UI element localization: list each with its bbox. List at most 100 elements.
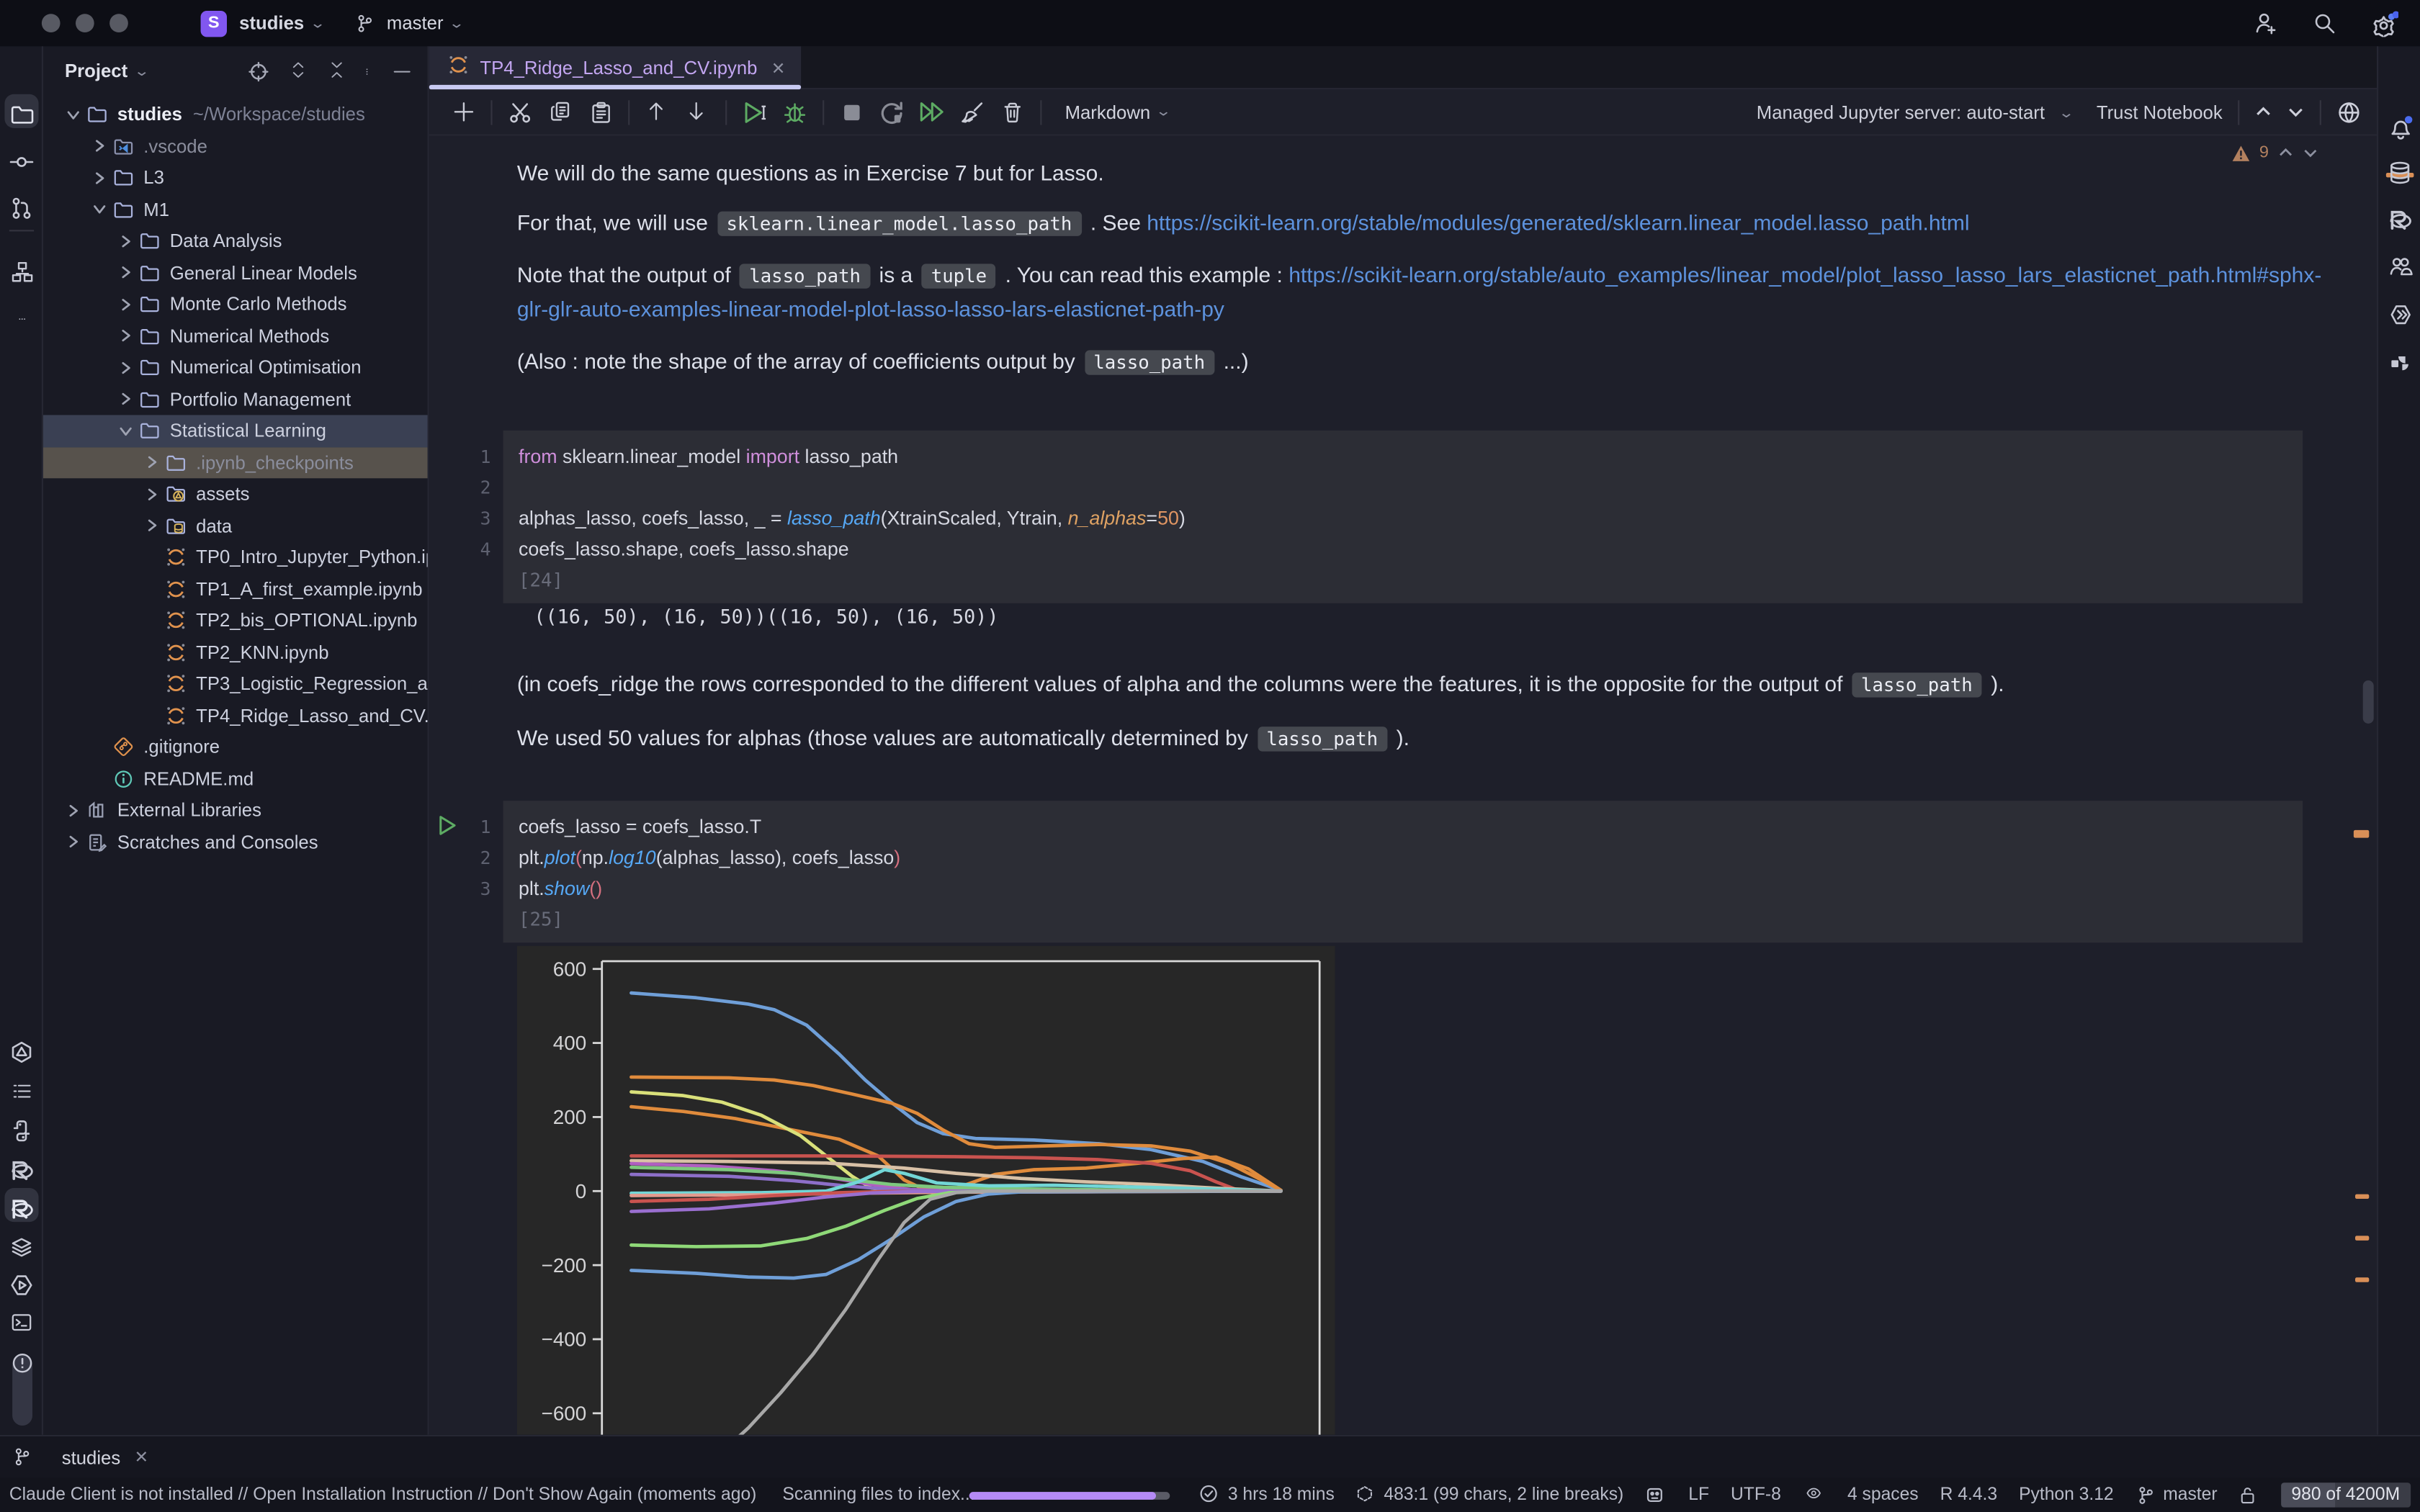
- cell-type-dropdown[interactable]: Markdown⌄: [1065, 101, 1170, 122]
- code-editor[interactable]: coefs_lasso = coefs_lasso.Tplt.plot(np.l…: [503, 801, 2303, 942]
- tool-button-bell-dot[interactable]: [2378, 108, 2420, 145]
- robot-icon[interactable]: [1645, 1484, 1667, 1506]
- chevron-right-icon[interactable]: [117, 233, 133, 248]
- settings-gear-icon[interactable]: [2370, 10, 2398, 36]
- tree-row[interactable]: M1: [43, 194, 429, 225]
- memory-indicator[interactable]: 980 of 4200M: [2280, 1482, 2411, 1507]
- tool-button-services[interactable]: [0, 1228, 43, 1265]
- tree-row[interactable]: assets: [43, 478, 429, 510]
- cut-button[interactable]: [503, 95, 537, 129]
- tree-row[interactable]: Numerical Methods: [43, 320, 429, 352]
- more-options-icon[interactable]: [366, 60, 374, 83]
- run-cell-button[interactable]: [738, 95, 771, 129]
- chevron-right-icon[interactable]: [117, 392, 133, 407]
- broom-button[interactable]: [955, 95, 989, 129]
- prev-cell-button[interactable]: [2255, 102, 2272, 123]
- git-branch-widget[interactable]: master: [2136, 1485, 2218, 1506]
- close-icon[interactable]: ✕: [771, 58, 786, 78]
- tree-row[interactable]: data: [43, 510, 429, 541]
- error-stripe-mark[interactable]: [2354, 830, 2369, 838]
- notebook-content[interactable]: 9 We will do the same questions as in Ex…: [429, 138, 2377, 1435]
- tree-row[interactable]: Statistical Learning: [43, 415, 429, 446]
- chevron-right-icon[interactable]: [143, 518, 158, 533]
- line-separator[interactable]: LF: [1688, 1486, 1709, 1505]
- chevron-right-icon[interactable]: [117, 328, 133, 343]
- error-stripe-mark[interactable]: [2355, 1236, 2369, 1240]
- window-minimize-button[interactable]: [76, 14, 94, 32]
- tool-button-terminal[interactable]: [0, 1305, 43, 1342]
- restart-button[interactable]: [875, 95, 909, 129]
- paste-button[interactable]: [583, 95, 617, 129]
- branch-switcher[interactable]: master: [387, 12, 444, 34]
- tool-tab-studies[interactable]: studies ✕: [43, 1436, 167, 1478]
- tree-row[interactable]: .ipynb_checkpoints: [43, 446, 429, 478]
- python-interpreter[interactable]: Python 3.12: [2019, 1486, 2114, 1505]
- tool-button-r-lang-active[interactable]: [0, 1189, 43, 1226]
- reader-mode-icon[interactable]: [1803, 1487, 1826, 1504]
- tool-button-hexagon-arrows[interactable]: [2378, 296, 2420, 333]
- window-close-button[interactable]: [42, 14, 60, 32]
- chevron-right-icon[interactable]: [143, 455, 158, 470]
- tool-button-commit[interactable]: [0, 143, 43, 180]
- file-encoding[interactable]: UTF-8: [1731, 1486, 1781, 1505]
- tree-row[interactable]: External Libraries: [43, 795, 429, 827]
- hide-panel-icon[interactable]: [392, 61, 412, 81]
- code-editor[interactable]: from sklearn.linear_model import lasso_p…: [503, 431, 2303, 603]
- search-icon[interactable]: [2312, 11, 2336, 35]
- tree-row[interactable]: Portfolio Management: [43, 384, 429, 415]
- tool-button-database[interactable]: [2378, 154, 2420, 191]
- error-stripe-mark[interactable]: [2355, 1194, 2369, 1199]
- tree-row[interactable]: Data Analysis: [43, 225, 429, 257]
- tree-row[interactable]: L3: [43, 162, 429, 194]
- chevron-right-icon[interactable]: [65, 834, 80, 850]
- chevron-right-icon[interactable]: [117, 360, 133, 375]
- notification-message[interactable]: Claude Client is not installed // Open I…: [9, 1478, 757, 1512]
- tool-button-python[interactable]: [0, 1112, 43, 1149]
- jupyter-server-selector[interactable]: Managed Jupyter server: auto-start: [1757, 102, 2045, 123]
- tree-row[interactable]: .gitignore: [43, 732, 429, 763]
- session-time[interactable]: 3 hrs 18 mins: [1198, 1484, 1335, 1506]
- tool-button-structure[interactable]: [0, 253, 43, 289]
- hyperlink[interactable]: https://scikit-learn.org/stable/modules/…: [1147, 210, 1969, 234]
- add-user-icon[interactable]: [2254, 11, 2278, 35]
- run-all-button[interactable]: [915, 95, 949, 129]
- tree-row[interactable]: TP2_KNN.ipynb: [43, 636, 429, 668]
- chevron-right-icon[interactable]: [65, 803, 80, 818]
- expand-all-icon[interactable]: [289, 60, 309, 82]
- next-cell-button[interactable]: [2287, 102, 2305, 123]
- trust-notebook-button[interactable]: Trust Notebook: [2097, 102, 2223, 123]
- tree-row[interactable]: TP3_Logistic_Regression_and_more.ipynb: [43, 668, 429, 700]
- stop-button[interactable]: [835, 95, 869, 129]
- error-stripe-mark[interactable]: [2355, 1277, 2369, 1282]
- chevron-down-icon[interactable]: [117, 423, 133, 438]
- scrollbar-thumb[interactable]: [2363, 680, 2374, 724]
- tool-button-ai-chat[interactable]: [2378, 248, 2420, 285]
- tool-button-r-lang[interactable]: [2378, 201, 2420, 238]
- tree-row[interactable]: TP0_Intro_Jupyter_Python.ipynb: [43, 541, 429, 573]
- tree-row[interactable]: TP1_A_first_example.ipynb: [43, 573, 429, 605]
- unlock-icon[interactable]: [2239, 1483, 2259, 1506]
- tool-button-folder-tool[interactable]: [0, 96, 43, 132]
- tree-row[interactable]: TP4_Ridge_Lasso_and_CV.ipynb: [43, 700, 429, 732]
- project-panel-title[interactable]: Project: [65, 60, 127, 82]
- collapse-all-icon[interactable]: [327, 60, 347, 82]
- tree-row[interactable]: studies~/Workspace/studies: [43, 99, 429, 130]
- run-cell-gutter-icon[interactable]: [439, 814, 457, 836]
- project-switcher[interactable]: studies: [239, 12, 304, 34]
- chevron-down-icon[interactable]: [91, 202, 106, 217]
- caret-position[interactable]: 483:1 (99 chars, 2 line breaks): [1356, 1484, 1623, 1506]
- chevron-right-icon[interactable]: [143, 487, 158, 502]
- tree-row[interactable]: README.md: [43, 763, 429, 795]
- arrow-down-button[interactable]: [681, 95, 714, 129]
- code-cell[interactable]: 1234from sklearn.linear_model import las…: [442, 431, 2303, 603]
- tool-button-run-hexagon[interactable]: [0, 1266, 43, 1303]
- debug-cell-button[interactable]: [778, 95, 812, 129]
- tree-row[interactable]: Monte Carlo Methods: [43, 289, 429, 320]
- tool-button-more[interactable]: [0, 302, 43, 339]
- tool-button-todo-list[interactable]: [0, 1074, 43, 1110]
- r-interpreter[interactable]: R 4.4.3: [1940, 1486, 1997, 1505]
- chevron-right-icon[interactable]: [117, 265, 133, 280]
- tool-button-r-lang[interactable]: [0, 1151, 43, 1188]
- plus-button[interactable]: [446, 95, 480, 129]
- chevron-right-icon[interactable]: [117, 297, 133, 312]
